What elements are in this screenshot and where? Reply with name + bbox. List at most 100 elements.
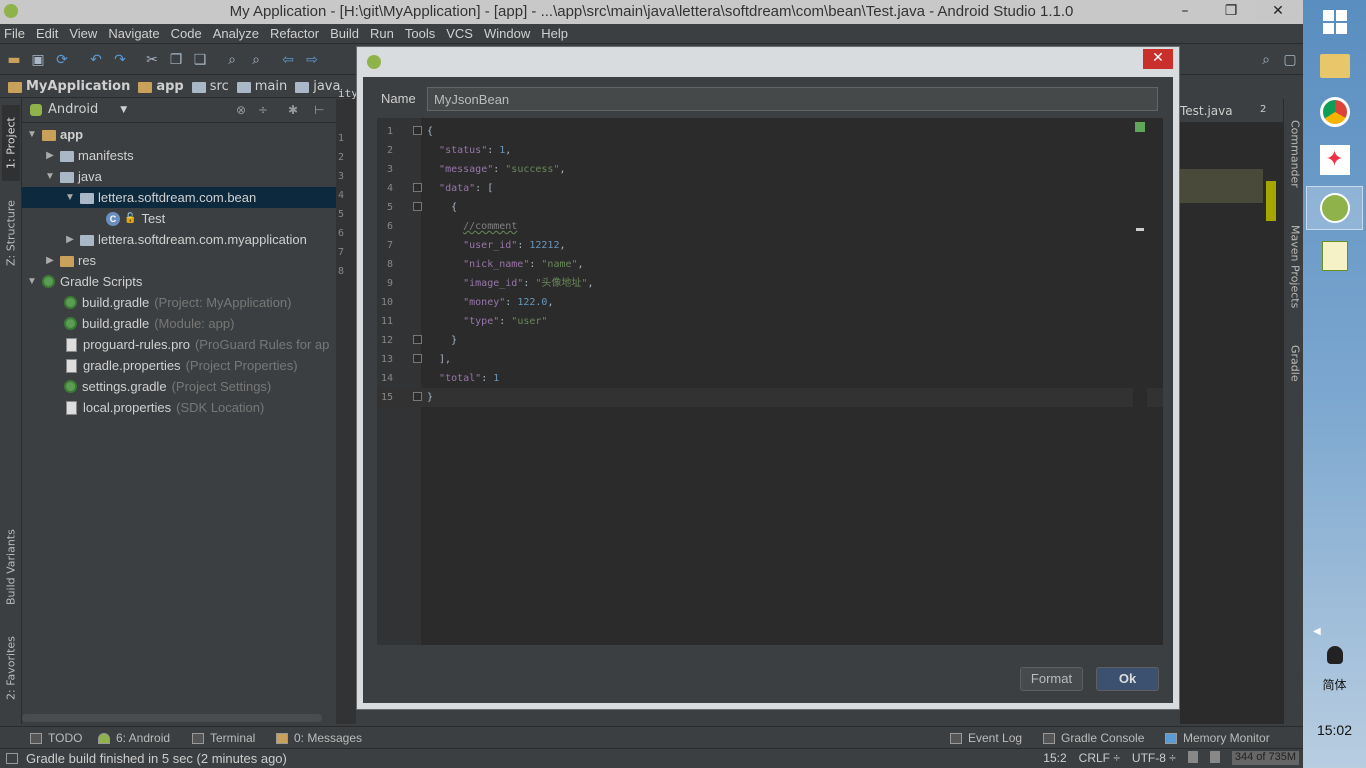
menu-tools[interactable]: Tools — [405, 26, 435, 41]
code-line[interactable]: 8 "nick_name": "name", — [377, 255, 1163, 274]
code-line[interactable]: 12 } — [377, 331, 1163, 350]
json-editor[interactable]: 1{2 "status": 1, 3 "message": "success", 4… — [377, 118, 1163, 645]
menu-view[interactable]: View — [69, 26, 97, 41]
tree-item-res[interactable]: ▶ res — [22, 250, 336, 271]
code-line[interactable]: 6 //comment — [377, 217, 1163, 236]
code-line[interactable]: 11 "type": "user" — [377, 312, 1163, 331]
menu-code[interactable]: Code — [171, 26, 202, 41]
taskbar-chrome[interactable] — [1306, 90, 1363, 134]
format-button[interactable]: Format — [1020, 667, 1083, 691]
cut-icon[interactable]: ✂ — [144, 52, 160, 68]
caret-position[interactable]: 15:2 — [1043, 751, 1066, 765]
start-button[interactable] — [1306, 0, 1363, 44]
tab-favorites[interactable]: 2: Favorites — [2, 633, 20, 703]
gear-icon[interactable]: ✱ — [288, 103, 298, 117]
menu-edit[interactable]: Edit — [36, 26, 58, 41]
code-line[interactable]: 3 "message": "success", — [377, 160, 1163, 179]
code-line[interactable]: 2 "status": 1, — [377, 141, 1163, 160]
taskbar-notepad[interactable] — [1306, 234, 1363, 278]
tab-commander[interactable]: Commander — [1286, 109, 1304, 199]
tab-gradle[interactable]: Gradle — [1286, 335, 1304, 391]
tree-item-manifests[interactable]: ▶ manifests — [22, 145, 336, 166]
code-line[interactable]: 1{ — [377, 122, 1163, 141]
code-line[interactable]: 9 "image_id": "头像地址", — [377, 274, 1163, 293]
collapse-all-icon[interactable]: ÷ — [258, 103, 268, 117]
tree-item-proguard-rules[interactable]: proguard-rules.pro (ProGuard Rules for ap — [22, 334, 336, 355]
fold-marker-icon[interactable] — [413, 354, 422, 363]
hector-icon[interactable] — [1209, 751, 1220, 763]
taskbar-app-star[interactable]: ✦ — [1306, 138, 1363, 182]
help-icon[interactable]: ▢ — [1282, 52, 1298, 68]
redo-icon[interactable]: ↷ — [112, 52, 128, 68]
replace-icon[interactable]: ⌕ — [248, 52, 264, 68]
taskbar-file-explorer[interactable] — [1306, 44, 1363, 88]
find-icon[interactable]: ⌕ — [224, 52, 240, 68]
code-line[interactable]: 7 "user_id": 12212, — [377, 236, 1163, 255]
tree-item-java[interactable]: ▼ java — [22, 166, 336, 187]
menu-file[interactable]: File — [4, 26, 25, 41]
code-line[interactable]: 15} — [377, 388, 1163, 407]
line-separator[interactable]: CRLF ÷ — [1079, 751, 1120, 765]
tab-count-badge[interactable]: 2 — [1260, 104, 1266, 115]
project-horizontal-scrollbar[interactable] — [22, 714, 322, 722]
tree-item-app[interactable]: ▼ app — [22, 124, 336, 145]
memory-monitor-button[interactable]: Memory Monitor — [1165, 731, 1270, 745]
sync-icon[interactable]: ⟳ — [54, 52, 70, 68]
minimize-button[interactable]: – — [1167, 0, 1203, 22]
project-view-selector[interactable]: Android ▼ — [30, 102, 127, 117]
code-line[interactable]: 13 ], — [377, 350, 1163, 369]
gradle-console-button[interactable]: Gradle Console — [1043, 731, 1144, 745]
open-folder-icon[interactable]: ▬ — [6, 52, 22, 68]
fold-marker-icon[interactable] — [413, 335, 422, 344]
tool-windows-icon[interactable] — [6, 753, 18, 764]
tree-item-package-myapplication[interactable]: ▶ lettera.softdream.com.myapplication — [22, 229, 336, 250]
tree-item-settings-gradle[interactable]: settings.gradle (Project Settings) — [22, 376, 336, 397]
tab-project[interactable]: 1: Project — [2, 105, 20, 181]
tree-item-gradle-properties[interactable]: gradle.properties (Project Properties) — [22, 355, 336, 376]
menu-run[interactable]: Run — [370, 26, 394, 41]
search-everywhere-icon[interactable]: ⌕ — [1258, 52, 1274, 68]
menu-build[interactable]: Build — [330, 26, 359, 41]
back-icon[interactable]: ⇦ — [280, 52, 296, 68]
breadcrumb-item-main[interactable]: main — [236, 79, 287, 94]
messages-tool-button[interactable]: 0: Messages — [276, 731, 362, 745]
tab-maven-projects[interactable]: Maven Projects — [1286, 217, 1304, 317]
code-line[interactable]: 5 { — [377, 198, 1163, 217]
code-line[interactable]: 4 "data": [ — [377, 179, 1163, 198]
menu-analyze[interactable]: Analyze — [213, 26, 259, 41]
taskbar-android-studio[interactable] — [1306, 186, 1363, 230]
code-line[interactable]: 10 "money": 122.0, — [377, 293, 1163, 312]
file-encoding[interactable]: UTF-8 ÷ — [1132, 751, 1176, 765]
paste-icon[interactable]: ❑ — [192, 52, 208, 68]
android-tool-button[interactable]: 6: Android — [98, 731, 170, 745]
event-log-button[interactable]: Event Log — [950, 731, 1022, 745]
menu-vcs[interactable]: VCS — [446, 26, 473, 41]
taskbar-clock[interactable]: 15:02 — [1303, 722, 1366, 738]
tab-structure[interactable]: Z: Structure — [2, 193, 20, 273]
json-editor-scrollbar[interactable] — [1133, 118, 1147, 645]
fold-marker-icon[interactable] — [413, 126, 422, 135]
menu-refactor[interactable]: Refactor — [270, 26, 319, 41]
tree-item-package-bean[interactable]: ▼ lettera.softdream.com.bean — [22, 187, 336, 208]
fold-marker-icon[interactable] — [413, 202, 422, 211]
tree-item-build-gradle-module[interactable]: build.gradle (Module: app) — [22, 313, 336, 334]
todo-tool-button[interactable]: TODO — [30, 731, 82, 745]
breadcrumb-item-java[interactable]: java — [295, 79, 340, 94]
input-method-indicator[interactable]: 简体 — [1303, 676, 1366, 693]
close-window-button[interactable]: ✕ — [1255, 0, 1301, 22]
maximize-button[interactable]: ❐ — [1213, 0, 1249, 22]
memory-indicator[interactable]: 344 of 735M — [1231, 751, 1299, 765]
breadcrumb-item-src[interactable]: src — [191, 79, 229, 94]
editor-tab-test-java[interactable]: Test.java — [1180, 104, 1233, 118]
menu-help[interactable]: Help — [541, 26, 568, 41]
ok-button[interactable]: Ok — [1096, 667, 1159, 691]
fold-marker-icon[interactable] — [413, 392, 422, 401]
class-name-input[interactable] — [427, 87, 1158, 111]
terminal-tool-button[interactable]: Terminal — [192, 731, 255, 745]
forward-icon[interactable]: ⇨ — [304, 52, 320, 68]
scroll-from-source-icon[interactable]: ⊗ — [236, 103, 246, 117]
dialog-close-button[interactable]: ✕ — [1143, 49, 1173, 69]
read-only-lock-icon[interactable] — [1187, 751, 1198, 763]
code-line[interactable]: 14 "total": 1 — [377, 369, 1163, 388]
tab-build-variants[interactable]: Build Variants — [2, 519, 20, 615]
